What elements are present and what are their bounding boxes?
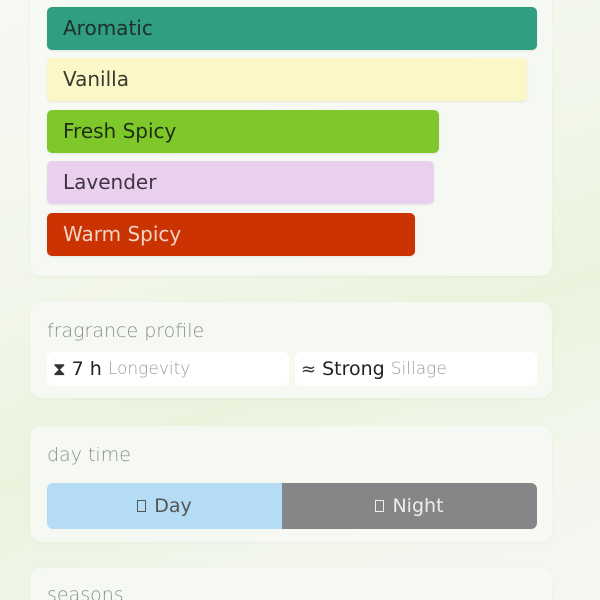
accords-card: Aromatic Vanilla Fresh Spicy Lavender Wa… (30, 0, 552, 276)
accord-bar-fresh-spicy: Fresh Spicy (47, 110, 439, 153)
sillage-value: Strong (322, 358, 385, 380)
night-icon (375, 500, 385, 512)
longevity-value: 7 h (71, 358, 102, 380)
accord-bar-warm-spicy: Warm Spicy (47, 213, 415, 256)
accord-label: Aromatic (63, 16, 153, 40)
night-label: Night (392, 495, 444, 517)
sillage-label: Sillage (390, 359, 447, 379)
seasons-title: seasons (47, 584, 124, 600)
accord-bar-lavender: Lavender (47, 161, 434, 204)
accord-label: Vanilla (63, 67, 129, 91)
day-night-toggle: Day Night (47, 483, 537, 529)
day-time-card: day time Day Night (30, 426, 552, 542)
waves-icon: ≈ (301, 358, 317, 380)
night-segment[interactable]: Night (282, 483, 537, 529)
seasons-card: seasons (30, 568, 552, 600)
hourglass-icon: ⧗ (53, 358, 66, 380)
accord-label: Warm Spicy (63, 222, 182, 246)
accord-bar-vanilla: Vanilla (47, 58, 527, 101)
longevity-chip: ⧗ 7 h Longevity (47, 352, 289, 386)
fragrance-profile-card: fragrance profile ⧗ 7 h Longevity ≈ Stro… (30, 302, 552, 398)
accord-label: Lavender (63, 170, 157, 194)
day-time-title: day time (47, 444, 131, 466)
day-segment[interactable]: Day (47, 483, 282, 529)
day-icon (137, 500, 147, 512)
accord-bar-aromatic: Aromatic (47, 7, 537, 50)
accord-label: Fresh Spicy (63, 119, 177, 143)
longevity-label: Longevity (107, 359, 191, 379)
fragrance-profile-title: fragrance profile (47, 320, 205, 342)
sillage-chip: ≈ Strong Sillage (295, 352, 537, 386)
day-label: Day (154, 495, 192, 517)
